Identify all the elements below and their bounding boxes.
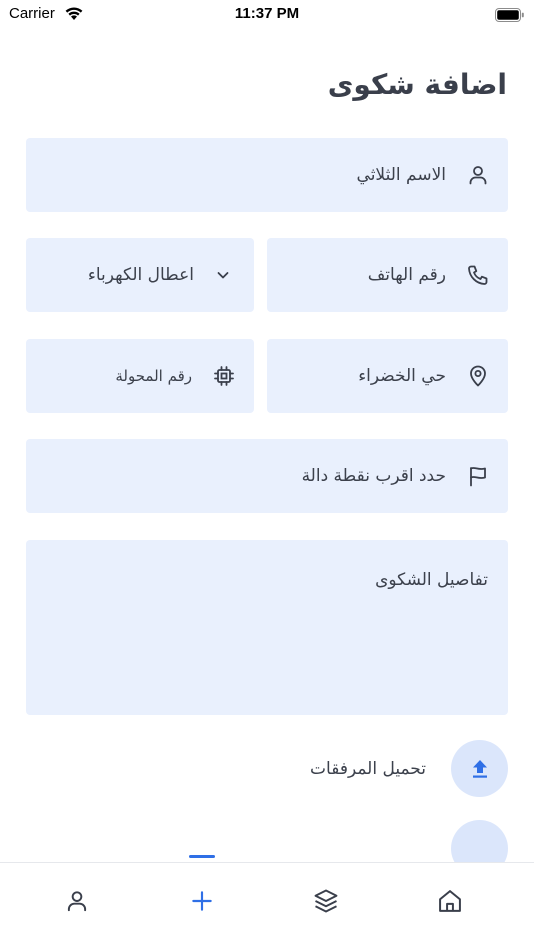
battery-icon	[495, 7, 525, 26]
active-tab-indicator	[189, 855, 215, 858]
phone-label: رقم الهاتف	[367, 265, 446, 285]
user-icon	[466, 163, 490, 187]
flag-icon	[466, 464, 490, 488]
page-title: اضافة شكوى	[327, 68, 507, 101]
transformer-number-label: رقم المحولة	[115, 367, 192, 385]
tab-bar	[0, 862, 534, 950]
area-label: حي الخضراء	[358, 366, 446, 386]
full-name-field[interactable]: الاسم الثلاثي	[26, 138, 508, 212]
user-icon	[67, 891, 87, 912]
chevron-down-icon	[214, 266, 232, 284]
chip-icon	[212, 364, 236, 388]
clock: 11:37 PM	[234, 5, 300, 22]
landmark-label: حدد اقرب نقطة دالة	[301, 466, 446, 486]
upload-icon	[472, 759, 487, 778]
phone-field[interactable]: رقم الهاتف	[267, 238, 508, 312]
full-name-label: الاسم الثلاثي	[356, 165, 446, 185]
phone-icon	[466, 263, 490, 287]
location-pin-icon	[466, 364, 490, 388]
complaint-type-select[interactable]: اعطال الكهرباء	[26, 238, 254, 312]
landmark-field[interactable]: حدد اقرب نقطة دالة	[26, 439, 508, 513]
tab-profile[interactable]	[57, 881, 97, 921]
upload-attachments-label: تحميل المرفقات	[310, 759, 426, 779]
upload-button[interactable]	[451, 740, 508, 797]
upload-attachments-row[interactable]: تحميل المرفقات	[26, 740, 508, 798]
home-icon	[439, 890, 461, 912]
tab-layers[interactable]	[306, 881, 346, 921]
complaint-type-label: اعطال الكهرباء	[87, 265, 194, 285]
status-bar: Carrier 11:37 PM	[0, 0, 534, 28]
complaint-details-label: تفاصيل الشكوى	[375, 570, 488, 590]
area-field[interactable]: حي الخضراء	[267, 339, 508, 413]
transformer-number-field[interactable]: رقم المحولة	[26, 339, 254, 413]
tab-add[interactable]	[182, 881, 222, 921]
plus-icon	[192, 891, 212, 911]
tab-home[interactable]	[430, 881, 470, 921]
layers-icon	[314, 889, 338, 913]
complaint-details-textarea[interactable]: تفاصيل الشكوى	[26, 540, 508, 715]
complaint-screen: Carrier 11:37 PM اضافة شكوى الاسم الثلاث…	[0, 0, 534, 950]
